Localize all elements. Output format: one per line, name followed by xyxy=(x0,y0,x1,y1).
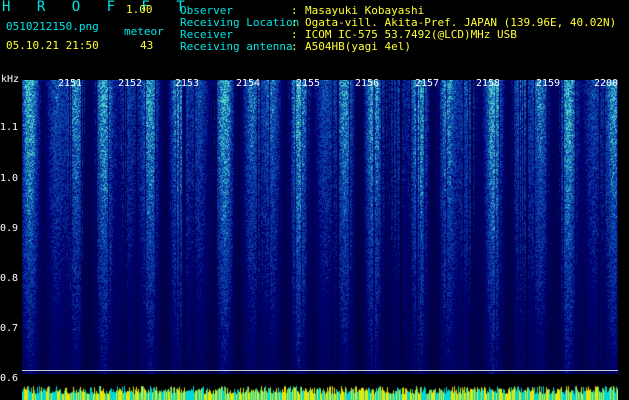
file-name: 0510212150.png xyxy=(6,20,99,33)
field-colon: : xyxy=(291,40,298,53)
frequency-axis: kHz 1.1 1.0 0.9 0.8 0.7 0.6 xyxy=(0,74,22,400)
app-version: 1.00 xyxy=(126,3,153,16)
time-tick-label: 2200 xyxy=(594,78,619,89)
header-panel: H R O F F T 1.00 0510212150.png 05.10.21… xyxy=(0,0,629,74)
time-axis: 2151 2152 2153 2154 2155 2156 2157 2158 … xyxy=(22,74,619,89)
time-tick-label: 2152 xyxy=(118,78,143,89)
y-tick-label: 1.0 xyxy=(0,173,19,184)
time-tick-label: 2155 xyxy=(296,78,321,89)
time-tick-label: 2159 xyxy=(536,78,561,89)
date-time: 05.10.21 21:50 xyxy=(6,39,99,52)
y-tick-label: 0.8 xyxy=(0,273,19,284)
y-tick-label: 0.7 xyxy=(0,323,19,334)
axis-unit: kHz xyxy=(1,74,20,85)
spectrogram-display xyxy=(22,80,618,374)
app-brand: H R O F F T xyxy=(2,0,194,15)
meteor-label: meteor xyxy=(124,25,164,38)
time-tick-label: 2151 xyxy=(58,78,83,89)
meteor-count: 43 xyxy=(140,39,154,52)
y-tick-label: 1.1 xyxy=(0,122,19,133)
field-value-antenna: A504HB(yagi 4el) xyxy=(305,40,411,53)
signal-level-strip xyxy=(22,374,618,400)
reference-line xyxy=(22,370,618,371)
y-tick-label: 0.9 xyxy=(0,223,19,234)
y-tick-label: 0.6 xyxy=(0,373,19,384)
time-tick-label: 2158 xyxy=(476,78,501,89)
time-tick-label: 2156 xyxy=(355,78,380,89)
field-label-antenna: Receiving antenna xyxy=(180,40,293,53)
time-tick-label: 2153 xyxy=(175,78,200,89)
time-tick-label: 2157 xyxy=(415,78,440,89)
time-tick-label: 2154 xyxy=(236,78,261,89)
